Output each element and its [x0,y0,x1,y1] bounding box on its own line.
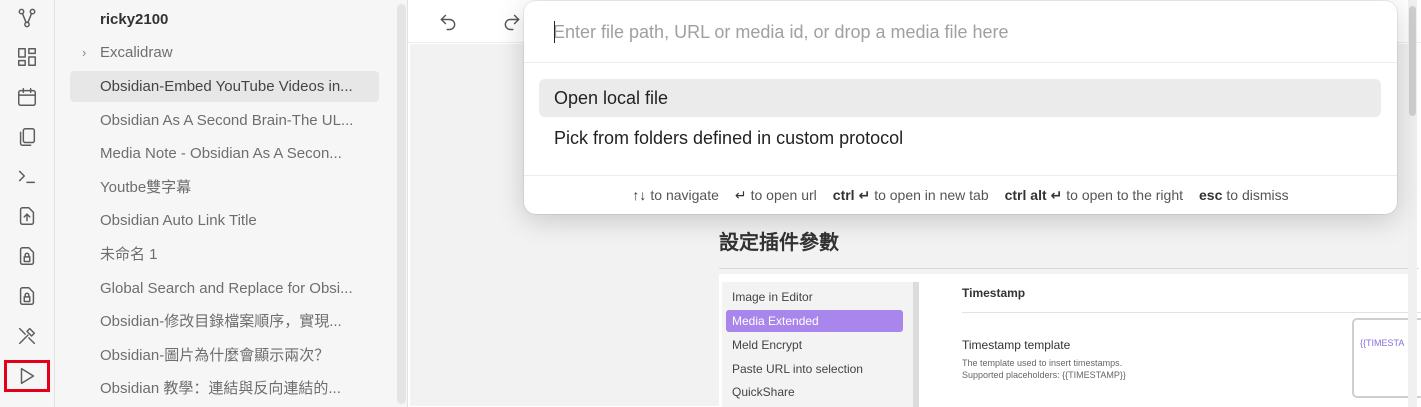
hint-open-url: ↵ to open url [734,186,817,203]
plugin-item: Paste URL into selection [732,362,863,376]
plugin-item-selected: Media Extended [726,310,903,332]
setting-description-line: Supported placeholders: {{TIMESTAMP}} [962,370,1126,380]
tools-icon[interactable] [13,322,41,350]
prompt-instructions: ↑↓ to navigate ↵ to open url ctrl ↵ to open… [524,175,1397,214]
setting-name: Timestamp template [962,338,1071,352]
file-item[interactable]: Obsidian-修改目錄檔案順序，實現... [70,306,379,337]
redo-button[interactable] [499,9,525,35]
folder-label: Excalidraw [100,44,173,61]
export-icon[interactable] [13,202,41,230]
file-item[interactable]: 未命名 1 [70,239,379,270]
daily-note-icon[interactable] [13,83,41,111]
terminal-icon[interactable] [13,162,41,190]
hint-dismiss: esc to dismiss [1199,187,1289,203]
setting-description-line: The template used to insert timestamps. [962,358,1123,368]
file-item[interactable]: Obsidian Auto Link Title [70,205,379,236]
chevron-right-icon: › [82,45,87,60]
file-item[interactable]: Obsidian As A Second Brain-The UL... [70,105,379,136]
settings-section-title: Timestamp [962,286,1026,300]
open-media-prompt: Open local file Pick from folders define… [524,1,1397,214]
plugin-list: Image in Editor Media Extended Meld Encr… [722,282,919,407]
file-explorer: ricky2100 › Excalidraw Obsidian-Embed Yo… [55,0,408,407]
redo-icon [504,14,520,31]
editor-scrollbar[interactable] [1408,0,1417,407]
file-item[interactable]: Global Search and Replace for Obsi... [70,273,379,304]
folder-excalidraw[interactable]: › Excalidraw [70,37,379,68]
left-ribbon [0,0,55,407]
undo-icon [440,14,456,31]
canvas-icon[interactable] [13,43,41,71]
setting-description: The template used to insert timestamps. … [962,357,1126,381]
scrollbar-thumb[interactable] [1409,6,1416,116]
prompt-input[interactable] [553,15,1373,49]
embedded-screenshot: Image in Editor Media Extended Meld Encr… [719,274,1421,407]
lock-icon[interactable] [13,242,41,270]
plugin-list-scrollbar [913,282,919,407]
file-item[interactable]: Obsidian-Embed YouTube Videos in... [70,71,379,102]
note-heading: 設定插件參數 [719,232,839,254]
file-item[interactable]: Youtbe雙字幕 [70,172,379,203]
plugin-item: Meld Encrypt [732,338,803,352]
plugin-item: Image in Editor [732,290,813,304]
prompt-input-container [524,1,1397,63]
explorer-scrollbar[interactable] [397,4,406,404]
hint-open-new-tab: ctrl ↵ to open in new tab [832,186,989,203]
vault-name[interactable]: ricky2100 [70,4,379,35]
file-item[interactable]: Obsidian-圖片為什麼會顯示兩次？ [70,340,379,371]
undo-button[interactable] [435,9,461,35]
file-item[interactable]: Media Note - Obsidian As A Secon... [70,138,379,169]
play-icon[interactable] [4,360,50,392]
suggestion-pick-from-folders[interactable]: Pick from folders defined in custom prot… [539,119,1381,157]
suggestion-open-local-file[interactable]: Open local file [539,79,1381,117]
lock-icon[interactable] [13,282,41,310]
text-caret [554,21,555,43]
hint-navigate: ↑↓ to navigate [632,187,719,203]
copy-icon[interactable] [13,123,41,151]
graph-view-icon[interactable] [13,4,41,32]
divider [962,312,1421,313]
hint-open-right: ctrl alt ↵ to open to the right [1004,186,1184,203]
plugin-item: QuickShare [732,385,795,399]
divider [719,268,1419,269]
file-item[interactable]: Obsidian 教學：連結與反向連結的... [70,373,379,404]
